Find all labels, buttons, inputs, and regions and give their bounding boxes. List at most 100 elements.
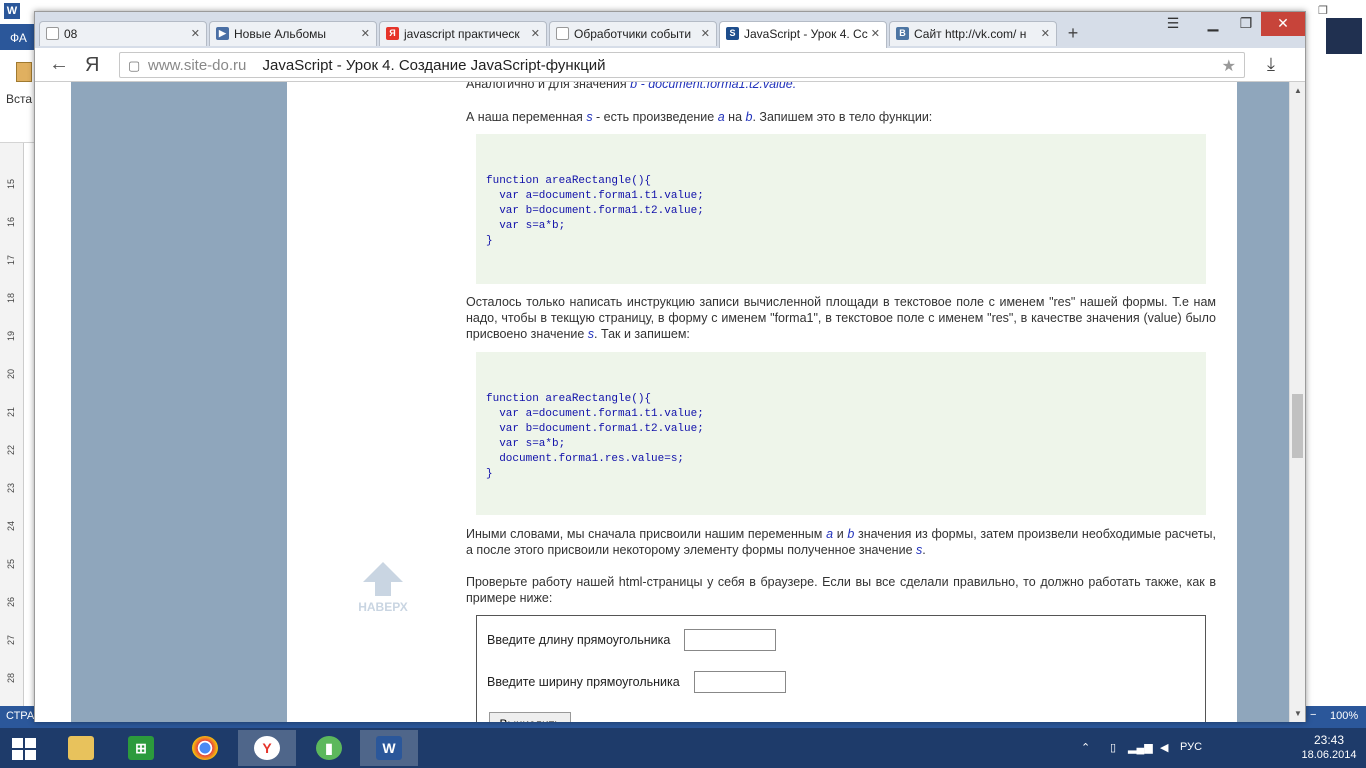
star-icon[interactable]: ★ — [1222, 56, 1236, 76]
page-scrollbar[interactable]: ▲ ▼ — [1289, 82, 1305, 722]
store-button[interactable]: ⊞ — [112, 730, 170, 766]
user-avatar[interactable] — [1326, 18, 1362, 54]
chevron-up-icon[interactable]: ⌃ — [1081, 741, 1090, 754]
close-icon[interactable]: ✕ — [871, 27, 880, 40]
zoom-level[interactable]: 100% — [1330, 710, 1358, 722]
length-label: Введите длину прямоугольника — [487, 633, 671, 647]
text: А наша переменная — [466, 110, 583, 124]
new-tab-button[interactable]: + — [1063, 23, 1083, 43]
scroll-thumb[interactable] — [1292, 394, 1303, 458]
code-line: var s=a*b; — [486, 220, 566, 232]
close-icon[interactable]: ✕ — [191, 27, 200, 40]
close-icon[interactable]: ✕ — [1041, 27, 1050, 40]
close-icon[interactable]: ✕ — [531, 27, 540, 40]
tab-label: Обработчики событи — [574, 27, 692, 41]
zoom-minus-icon[interactable]: − — [1310, 709, 1316, 721]
ruler-number: 28 — [6, 672, 17, 684]
text: и — [836, 527, 844, 541]
code-line: function areaRectangle(){ — [486, 175, 652, 187]
ruler-number: 21 — [6, 406, 17, 418]
tab-2[interactable]: ▶ Новые Альбомы ✕ — [209, 21, 377, 46]
yandex-button[interactable]: Я — [85, 54, 99, 77]
arrow-up-icon — [363, 562, 403, 582]
ruler-number: 16 — [6, 216, 17, 228]
code-line: } — [486, 235, 493, 247]
address-domain: www.site-do.ru — [148, 57, 247, 74]
restore-icon[interactable]: ❐ — [1318, 4, 1328, 17]
arrow-shaft — [375, 582, 391, 596]
site-do-icon: S — [726, 27, 739, 40]
paragraph-3: Иными словами, мы сначала присвоили наши… — [466, 526, 1216, 558]
right-background — [1237, 82, 1289, 722]
width-input[interactable] — [694, 671, 786, 693]
text: Аналогично и для значения — [466, 82, 627, 91]
yandex-icon: Я — [386, 27, 399, 40]
browser-window: 08 ✕ ▶ Новые Альбомы ✕ Я javascript прак… — [34, 11, 1306, 722]
clock-time[interactable]: 23:43 — [1298, 733, 1360, 747]
tab-1[interactable]: 08 ✕ — [39, 21, 207, 46]
code-line: var b=document.forma1.t2.value; — [486, 423, 704, 435]
status-page-label[interactable]: СТРА — [6, 710, 34, 722]
ruler-number: 23 — [6, 482, 17, 494]
clock-date[interactable]: 18.06.2014 — [1298, 749, 1360, 761]
document-icon — [556, 27, 569, 40]
maximize-icon[interactable]: ❐ — [1231, 12, 1261, 36]
windows-logo-pane — [12, 738, 23, 748]
text: . Запишем это в тело функции: — [752, 110, 933, 124]
network-monitor-button[interactable]: ▮ — [300, 730, 358, 766]
code-line: var s=a*b; — [486, 438, 566, 450]
battery-icon[interactable]: ▯ — [1110, 741, 1116, 754]
tab-strip: 08 ✕ ▶ Новые Альбомы ✕ Я javascript прак… — [35, 12, 1305, 48]
volume-icon[interactable]: ◀ — [1160, 741, 1168, 754]
back-button[interactable]: ← — [49, 54, 69, 74]
length-input[interactable] — [684, 629, 776, 651]
scroll-down-icon[interactable]: ▼ — [1294, 709, 1302, 718]
back-to-top-button[interactable]: НАВЕРХ — [353, 562, 413, 614]
var-ref: b - document.forma1.t2.value. — [630, 82, 797, 91]
taskbar: ⊞ Y ▮ W ⌃ ▯ ▂▄▆ ◀ РУС 23:43 18.06.2014 — [0, 728, 1366, 768]
word-icon: W — [376, 736, 402, 760]
windows-logo-pane — [25, 750, 36, 760]
scroll-up-icon[interactable]: ▲ — [1294, 86, 1302, 95]
page-viewport: Аналогично и для значения b - document.f… — [35, 82, 1289, 722]
address-bar[interactable]: ▢ www.site-do.ru JavaScript - Урок 4. Со… — [119, 52, 1245, 78]
text: на — [728, 110, 743, 124]
address-title: JavaScript - Урок 4. Создание JavaScript… — [262, 57, 606, 74]
word-taskbar-button[interactable]: W — [360, 730, 418, 766]
ruler-number: 15 — [6, 178, 17, 190]
close-icon[interactable]: ✕ — [701, 27, 710, 40]
tab-label: Сайт http://vk.com/ н — [914, 27, 1027, 41]
ruler-number: 18 — [6, 292, 17, 304]
tab-6[interactable]: B Сайт http://vk.com/ н ✕ — [889, 21, 1057, 46]
file-explorer-button[interactable] — [52, 730, 110, 766]
word-right-panel: ❐ — [1306, 0, 1366, 706]
word-file-tab[interactable]: ФА — [0, 24, 36, 50]
ruler-number: 27 — [6, 634, 17, 646]
language-indicator[interactable]: РУС — [1180, 741, 1202, 753]
calculate-button[interactable]: Вычислить — [489, 712, 571, 722]
paste-label[interactable]: Вста — [6, 92, 32, 106]
tab-3[interactable]: Я javascript практическ ✕ — [379, 21, 547, 46]
close-window-icon[interactable]: ✕ — [1261, 12, 1305, 36]
ruler-number: 22 — [6, 444, 17, 456]
network-icon[interactable]: ▂▄▆ — [1128, 741, 1153, 754]
close-icon[interactable]: ✕ — [361, 27, 370, 40]
paste-icon[interactable] — [16, 62, 32, 82]
back-to-top-label: НАВЕРХ — [358, 600, 408, 614]
chrome-button[interactable] — [176, 730, 234, 766]
var-a: a — [826, 527, 834, 541]
text: . Так и запишем: — [594, 327, 690, 341]
ruler-number: 25 — [6, 558, 17, 570]
tab-4[interactable]: Обработчики событи ✕ — [549, 21, 717, 46]
download-icon[interactable]: ⤓ — [1267, 54, 1275, 75]
word-app-icon: W — [4, 3, 20, 19]
start-button[interactable] — [8, 736, 40, 762]
text: - есть произведение — [596, 110, 715, 124]
menu-icon[interactable]: ☰ — [1155, 12, 1191, 36]
yandex-browser-button[interactable]: Y — [238, 730, 296, 766]
tab-5-active[interactable]: S JavaScript - Урок 4. Сс ✕ — [719, 21, 887, 48]
left-background — [71, 82, 287, 722]
minimize-icon[interactable]: ▁ — [1195, 12, 1231, 36]
var-a: a — [717, 110, 725, 124]
code-line: document.forma1.res.value=s; — [486, 453, 685, 465]
